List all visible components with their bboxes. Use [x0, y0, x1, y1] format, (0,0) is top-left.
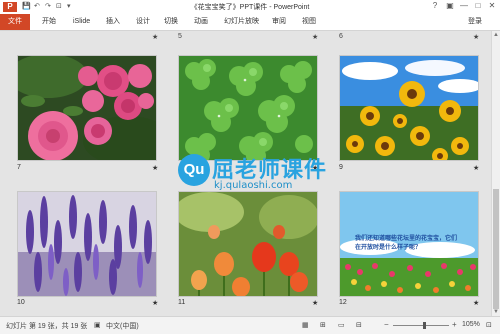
scrollbar-thumb[interactable] [493, 189, 499, 309]
ribbon-display-options-icon[interactable]: ▣ [445, 1, 455, 10]
sunflowers-image [340, 56, 478, 160]
lavender-image [18, 192, 156, 296]
help-icon[interactable]: ? [430, 1, 440, 10]
tulips-image [179, 192, 317, 296]
watermark-badge-icon: Qu [178, 154, 210, 186]
tab-insert[interactable]: 插入 [106, 14, 120, 30]
reading-view-icon[interactable]: ▭ [338, 321, 345, 329]
sign-in-link[interactable]: 登录 [468, 14, 482, 30]
language-status[interactable]: 中文(中国) [106, 321, 139, 331]
scroll-down-icon[interactable]: ▼ [492, 308, 500, 316]
slide-sorter-view-icon[interactable]: ⊞ [320, 321, 326, 329]
zoom-out-icon[interactable]: − [384, 320, 389, 329]
animation-star-icon: ★ [312, 300, 319, 307]
maximize-icon[interactable]: □ [473, 1, 483, 10]
status-bar: 幻灯片 第 19 张，共 19 张 ▣ 中文(中国) ▦ ⊞ ▭ ⊟ − + 1… [0, 316, 500, 334]
clover-image [179, 56, 317, 160]
slide-number-7: 7 [17, 164, 21, 171]
fit-slide-icon[interactable]: ⊡ [486, 321, 492, 329]
normal-view-icon[interactable]: ▦ [302, 321, 309, 329]
animation-star-icon: ★ [312, 34, 319, 41]
slide-thumbnail-11[interactable] [178, 191, 318, 297]
slide-count-status: 幻灯片 第 19 张，共 19 张 [6, 323, 88, 330]
slideshow-view-icon[interactable]: ⊟ [356, 321, 362, 329]
title-bar: P 💾 ↶ ↷ ⊡ ▾ 《花宝宝笑了》PPT课件 - PowerPoint ? … [0, 0, 500, 14]
animation-star-icon: ★ [152, 300, 159, 307]
close-icon[interactable]: ✕ [487, 1, 497, 10]
slide-number-6: 6 [339, 33, 343, 40]
tab-animations[interactable]: 动画 [194, 14, 208, 30]
roses-image [18, 56, 156, 160]
slide-number-5: 5 [178, 33, 182, 40]
zoom-level[interactable]: 105% [462, 321, 480, 328]
zoom-slider[interactable] [393, 325, 449, 326]
slide-thumbnail-9[interactable] [339, 55, 479, 161]
slide-thumbnail-8[interactable] [178, 55, 318, 161]
animation-star-icon: ★ [152, 34, 159, 41]
ribbon-tab-bar: 文件 开始 iSlide 插入 设计 切换 动画 幻灯片放映 审阅 视图 登录 [0, 14, 500, 31]
tab-slideshow[interactable]: 幻灯片放映 [224, 14, 259, 30]
tab-file[interactable]: 文件 [0, 14, 30, 30]
animation-star-icon: ★ [473, 165, 480, 172]
minimize-icon[interactable]: — [459, 1, 469, 10]
animation-star-icon: ★ [473, 300, 480, 307]
animation-star-icon: ★ [152, 165, 159, 172]
tab-review[interactable]: 审阅 [272, 14, 286, 30]
zoom-in-icon[interactable]: + [452, 320, 457, 329]
spelling-check-icon[interactable]: ▣ [94, 321, 101, 329]
watermark-url: kj.qulaoshi.com [214, 180, 293, 191]
tab-home[interactable]: 开始 [42, 14, 56, 30]
slide-number-12: 12 [339, 299, 347, 306]
tab-islide[interactable]: iSlide [73, 14, 90, 30]
tab-transitions[interactable]: 切换 [164, 14, 178, 30]
tab-view[interactable]: 视图 [302, 14, 316, 30]
watermark-logo: Qu 屈老师课件 kj.qulaoshi.com [178, 150, 348, 202]
zoom-slider-thumb[interactable] [422, 322, 426, 329]
vertical-scrollbar[interactable]: ▲ ▼ [491, 31, 500, 316]
slide-number-11: 11 [178, 299, 186, 306]
scroll-up-icon[interactable]: ▲ [492, 31, 500, 39]
slide-thumbnail-7[interactable] [17, 55, 157, 161]
slide-number-10: 10 [17, 299, 25, 306]
tab-design[interactable]: 设计 [136, 14, 150, 30]
slide-12-question-text: 我们还知道哪些花坛里的花宝宝，它们 在开放时是什么样子呢？ [355, 236, 458, 251]
slide-thumbnail-10[interactable] [17, 191, 157, 297]
animation-star-icon: ★ [473, 34, 480, 41]
window-title: 《花宝宝笑了》PPT课件 - PowerPoint [190, 4, 310, 11]
